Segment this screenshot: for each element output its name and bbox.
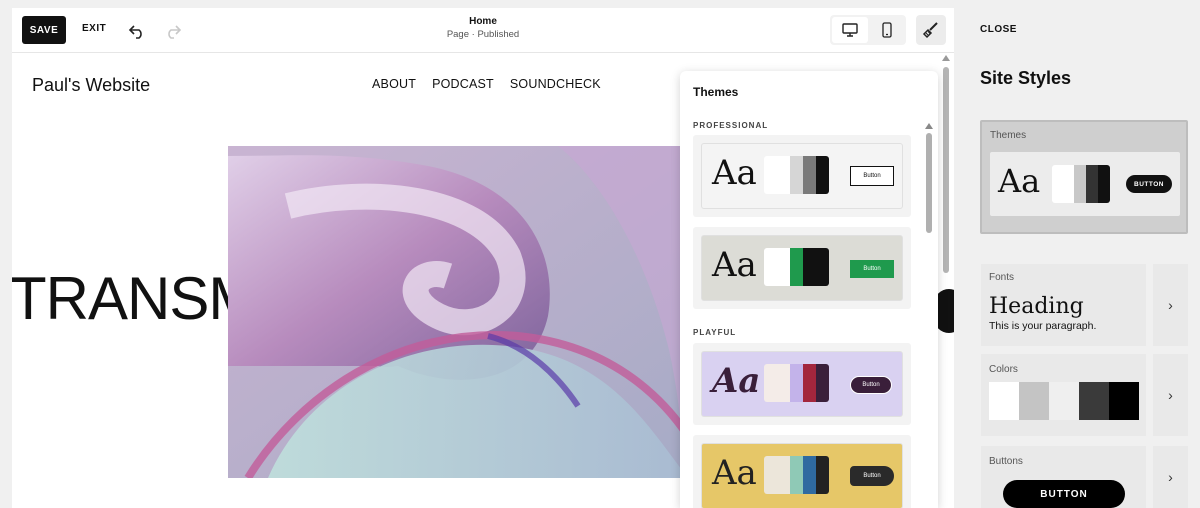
theme-preview: Aa Button [701,143,903,209]
themes-swatches [1052,165,1110,203]
theme-swatches [764,156,829,194]
color-swatch [816,156,829,194]
color-swatch [764,456,790,494]
undo-icon[interactable] [126,20,148,42]
color-swatch [1019,382,1049,420]
themes-label: Themes [990,130,1027,141]
theme-button-sample: Button [850,466,894,486]
paintbrush-icon[interactable] [916,15,946,45]
themes-style-card[interactable]: Themes Aa BUTTON [980,120,1188,234]
theme-button-sample: Button [850,260,894,278]
theme-swatches [764,364,829,402]
color-swatch [790,364,803,402]
theme-button-sample: Button [850,166,894,186]
nav-link-soundcheck[interactable]: SOUNDCHECK [510,77,601,91]
theme-swatches [764,248,829,286]
close-button[interactable]: CLOSE [980,24,1017,35]
theme-card[interactable]: Aa Button [693,343,911,425]
color-swatch [803,364,816,402]
color-swatch [764,156,790,194]
color-swatch [803,156,816,194]
color-swatch [803,456,816,494]
theme-card[interactable]: Aa Button [693,227,911,309]
color-swatch [1049,382,1079,420]
buttons-style-card[interactable]: Buttons BUTTON [981,446,1146,508]
theme-font-sample: Aa [712,453,757,493]
themes-button-sample: BUTTON [1126,175,1172,193]
themes-card-preview: Aa BUTTON [990,152,1180,216]
editor-app: SAVE EXIT Home Page · Published Paul's W… [0,0,1200,508]
section-label-playful: PLAYFUL [693,328,737,337]
color-swatch [816,248,829,286]
chevron-right-icon[interactable]: › [1153,446,1188,508]
colors-label: Colors [989,364,1018,375]
theme-preview: Aa Button [701,443,903,508]
heading-sample: Heading [989,294,1084,319]
page-title: Home [469,16,497,27]
theme-card[interactable]: Aa Button [693,435,911,508]
theme-font-sample: Aa [712,153,757,193]
redo-icon[interactable] [162,20,184,42]
themes-panel: Themes PROFESSIONAL PLAYFUL Aa Button Aa… [680,71,938,508]
themes-panel-title: Themes [693,85,739,99]
theme-card[interactable]: Aa Button [693,135,911,217]
panel-scrollbar[interactable] [926,133,932,233]
color-swatch [989,382,1019,420]
color-swatch [1086,165,1098,203]
page-status: Page · Published [446,29,520,40]
nav-link-podcast[interactable]: PODCAST [432,77,494,91]
theme-preview: Aa Button [701,351,903,417]
site-title[interactable]: Paul's Website [32,75,150,96]
panel-scroll-up-icon[interactable] [925,123,933,129]
color-swatch [1074,165,1086,203]
colors-style-card[interactable]: Colors [981,354,1146,436]
fonts-style-card[interactable]: Fonts Heading This is your paragraph. [981,264,1146,346]
sidebar-title: Site Styles [980,68,1072,88]
buttons-label: Buttons [989,456,1023,467]
color-swatch [803,248,816,286]
color-swatch [790,248,803,286]
theme-font-sample: Aa [712,245,757,285]
fonts-label: Fonts [989,272,1015,283]
theme-swatches [764,456,829,494]
site-navigation: ABOUT PODCAST SOUNDCHECK [372,77,601,91]
color-swatch [816,456,829,494]
save-button[interactable]: SAVE [22,16,66,44]
mobile-view-icon[interactable] [870,17,904,43]
theme-font-sample: Aa [712,361,761,401]
exit-button[interactable]: EXIT [82,23,106,34]
nav-link-about[interactable]: ABOUT [372,77,416,91]
device-toggle [830,15,906,45]
color-swatch [1079,382,1109,420]
scroll-up-icon[interactable] [942,55,950,61]
section-label-professional: PROFESSIONAL [693,121,769,130]
color-swatch [764,364,790,402]
desktop-view-icon[interactable] [832,17,868,43]
preview-scrollbar[interactable] [943,67,949,273]
theme-preview: Aa Button [701,235,903,301]
theme-button-sample: Button [850,376,892,394]
color-swatch [1098,165,1110,203]
paragraph-sample: This is your paragraph. [989,320,1097,332]
color-swatch [790,156,803,194]
color-swatch [1052,165,1074,203]
color-swatch [1109,382,1139,420]
hero-image[interactable] [228,146,688,478]
color-swatch [816,364,829,402]
color-swatches [989,382,1139,420]
hero-heading[interactable]: TRANSM [12,269,228,329]
color-swatch [790,456,803,494]
button-style-sample: BUTTON [1003,480,1125,508]
chevron-right-icon[interactable]: › [1153,354,1188,436]
color-swatch [764,248,790,286]
editor-toolbar: SAVE EXIT Home Page · Published [12,8,954,53]
chevron-right-icon[interactable]: › [1153,264,1188,346]
themes-font-sample: Aa [998,162,1041,200]
